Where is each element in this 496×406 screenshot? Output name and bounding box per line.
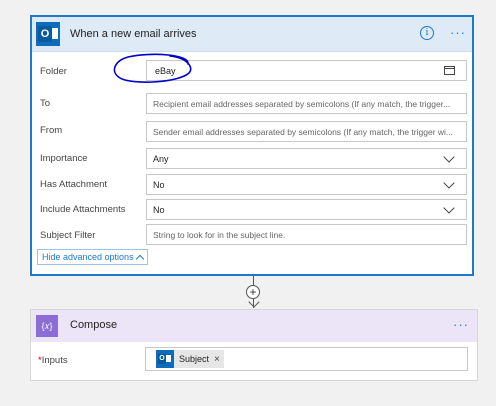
inputs-label: *Inputs: [38, 355, 68, 366]
inputs-field[interactable]: O Subject ×: [145, 347, 468, 371]
more-options-icon[interactable]: ···: [453, 317, 469, 332]
remove-token-icon[interactable]: ×: [214, 354, 220, 365]
outlook-icon: O: [156, 350, 174, 368]
subject-token[interactable]: O Subject ×: [156, 350, 224, 368]
subject-token-label: Subject: [179, 354, 210, 364]
compose-card: {𝑥} Compose ··· *Inputs O Subject ×: [30, 309, 478, 381]
compose-icon: {𝑥}: [36, 315, 58, 337]
inputs-label-text: Inputs: [41, 355, 68, 366]
compose-header[interactable]: {𝑥} Compose ···: [31, 310, 477, 342]
compose-title[interactable]: Compose: [70, 319, 117, 331]
